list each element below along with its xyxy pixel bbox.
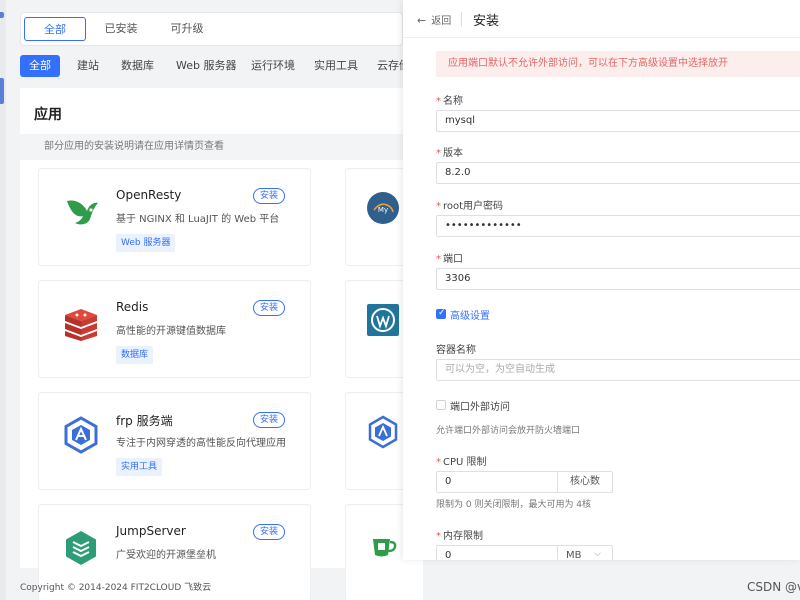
required-mark: * <box>436 201 441 212</box>
footer-copyright: Copyright © 2014-2024 FIT2CLOUD 飞致云 <box>20 583 212 593</box>
external-access-label[interactable]: 端口外部访问 <box>450 398 510 413</box>
header-divider <box>461 12 462 26</box>
category-runtime[interactable]: 运行环境 <box>251 55 295 77</box>
install-button[interactable]: 安装 <box>253 300 285 316</box>
drawer-title: 安装 <box>473 14 500 29</box>
version-select[interactable]: 8.2.0 <box>436 162 800 184</box>
app-tag: 数据库 <box>116 346 154 364</box>
memory-limit-label: * 内存限制 <box>436 527 483 542</box>
root-password-label: * root用户密码 <box>436 197 503 212</box>
root-password-label-text: root用户密码 <box>443 201 504 212</box>
category-database[interactable]: 数据库 <box>121 55 154 77</box>
drawer-header: ← 返回 安装 <box>403 0 800 38</box>
app-card-frp[interactable]: frp 服务端 专注于内网穿透的高性能反向代理应用 实用工具 安装 <box>38 392 311 490</box>
app-name: JumpServer <box>116 524 186 538</box>
advanced-settings-label[interactable]: 高级设置 <box>450 307 490 322</box>
external-access-hint: 允许端口外部访问会放开防火墙端口 <box>436 426 581 436</box>
category-website[interactable]: 建站 <box>77 55 99 77</box>
required-mark: * <box>436 254 441 265</box>
port-input[interactable]: 3306 <box>436 268 800 290</box>
app-card-openresty[interactable]: OpenResty 基于 NGINX 和 LuaJIT 的 Web 平台 Web… <box>38 168 311 266</box>
status-tabs: 全部 已安装 可升级 <box>20 12 403 46</box>
jumpserver-icon <box>66 531 96 565</box>
app-description: 广受欢迎的开源堡垒机 <box>116 550 216 561</box>
name-label: * 名称 <box>436 92 463 107</box>
required-mark: * <box>436 457 441 468</box>
port-label-text: 端口 <box>443 254 463 265</box>
advanced-settings-checkbox[interactable]: ✓ <box>436 308 446 319</box>
rail-marker-active[interactable] <box>0 78 4 104</box>
port-label: * 端口 <box>436 250 463 265</box>
mysql-icon: My <box>367 192 399 224</box>
memory-limit-label-text: 内存限制 <box>443 531 483 542</box>
root-password-input[interactable]: ••••••••••••• <box>436 215 800 237</box>
tab-all[interactable]: 全部 <box>24 17 86 41</box>
port-warning-alert: 应用端口默认不允许外部访问，可以在下方高级设置中选择放开 <box>436 51 800 77</box>
required-mark: * <box>436 531 441 542</box>
name-label-text: 名称 <box>443 96 463 107</box>
cpu-unit-label: 核心数 <box>557 471 613 493</box>
app-tag: 实用工具 <box>116 458 163 476</box>
memory-limit-input[interactable]: 0 <box>436 545 558 560</box>
cpu-limit-label-text: CPU 限制 <box>443 457 487 468</box>
frp-icon <box>64 416 98 454</box>
redis-icon <box>65 309 97 341</box>
install-drawer: ← 返回 安装 应用端口默认不允许外部访问，可以在下方高级设置中选择放开 * 名称 … <box>403 0 800 560</box>
apps-note: 部分应用的安装说明请在应用详情页查看 <box>20 134 403 160</box>
category-tools[interactable]: 实用工具 <box>314 55 358 77</box>
category-web-server[interactable]: Web 服务器 <box>176 55 236 77</box>
wordpress-icon <box>367 304 399 336</box>
app-name: frp 服务端 <box>116 414 173 428</box>
check-icon: ✓ <box>438 308 446 318</box>
back-label: 返回 <box>431 16 452 27</box>
name-input[interactable]: mysql <box>436 110 800 132</box>
memory-unit-select[interactable]: MB <box>557 545 613 560</box>
app-card-redis[interactable]: Redis 高性能的开源键值数据库 数据库 安装 <box>38 280 311 378</box>
svg-text:My: My <box>378 206 388 214</box>
required-mark: * <box>436 148 441 159</box>
tab-installed[interactable]: 已安装 <box>99 17 143 41</box>
app-description: 高性能的开源键值数据库 <box>116 326 226 337</box>
tab-upgradable[interactable]: 可升级 <box>165 17 209 41</box>
openresty-icon <box>67 200 98 225</box>
arrow-left-icon: ← <box>417 14 427 27</box>
back-button[interactable]: ← 返回 <box>417 12 451 27</box>
app-name: OpenResty <box>116 188 182 202</box>
category-bar: 全部 建站 数据库 Web 服务器 运行环境 实用工具 云存储 <box>20 53 410 81</box>
teapot-icon <box>373 539 397 557</box>
cpu-limit-input[interactable]: 0 <box>436 471 558 493</box>
app-description: 基于 NGINX 和 LuaJIT 的 Web 平台 <box>116 214 280 225</box>
apps-title: 应用 <box>34 107 62 123</box>
version-label: * 版本 <box>436 144 463 159</box>
install-button[interactable]: 安装 <box>253 524 285 540</box>
app-name: Redis <box>116 300 149 314</box>
install-button[interactable]: 安装 <box>253 188 285 204</box>
container-name-label: 容器名称 <box>436 345 476 356</box>
container-name-input[interactable]: 可以为空，为空自动生成 <box>436 359 800 381</box>
cpu-limit-label: * CPU 限制 <box>436 453 487 468</box>
chevron-down-icon: ⌵ <box>594 549 601 559</box>
memory-unit-value: MB <box>566 550 582 560</box>
app-description: 专注于内网穿透的高性能反向代理应用 <box>116 438 286 449</box>
category-all[interactable]: 全部 <box>20 55 60 77</box>
cpu-limit-hint: 限制为 0 则关闭限制，最大可用为 4核 <box>436 500 592 510</box>
apps-panel: 应用 部分应用的安装说明请在应用详情页查看 OpenResty 基于 NGINX… <box>20 88 423 600</box>
install-button[interactable]: 安装 <box>253 412 285 428</box>
rail-marker <box>0 12 4 18</box>
left-rail <box>0 0 6 600</box>
required-mark: * <box>436 96 441 107</box>
app-tag: Web 服务器 <box>116 234 176 252</box>
frp-client-icon <box>368 415 398 449</box>
csdn-watermark: CSDN @v <box>747 580 800 594</box>
version-label-text: 版本 <box>443 148 463 159</box>
external-access-checkbox[interactable] <box>436 400 446 410</box>
